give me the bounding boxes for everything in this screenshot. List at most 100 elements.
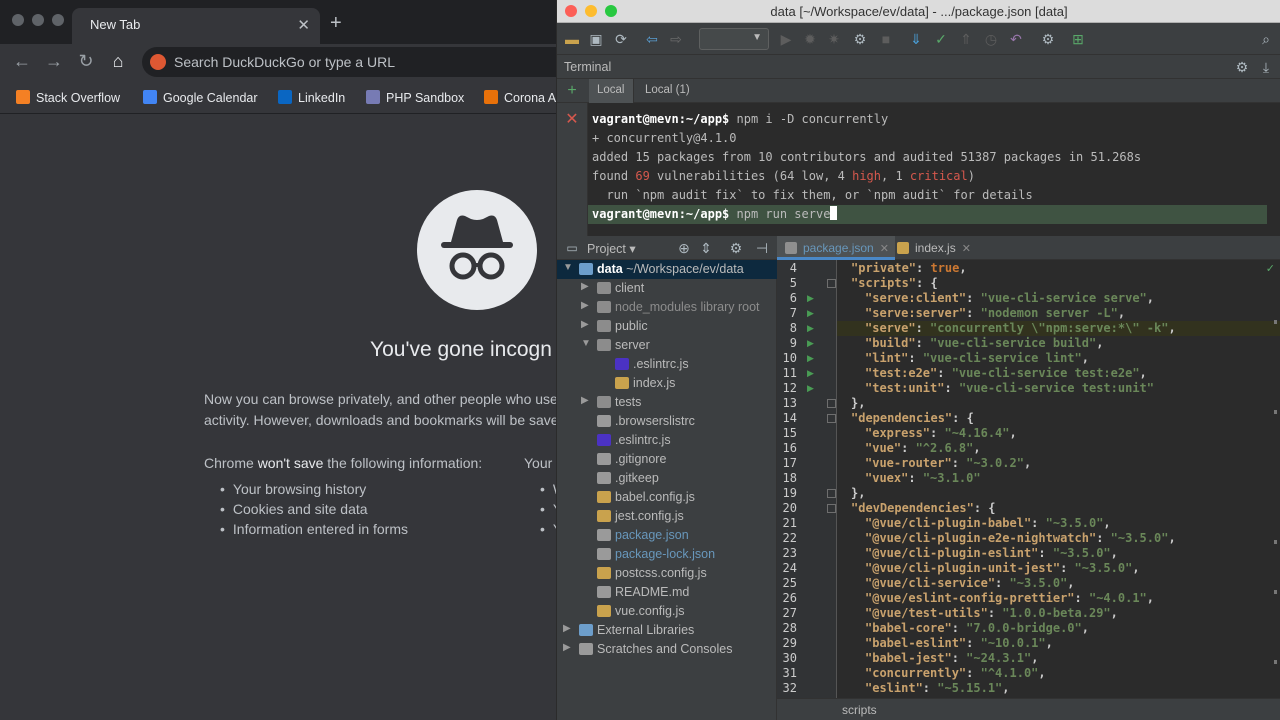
- save-icon[interactable]: ▣: [587, 30, 605, 48]
- project-label[interactable]: Project ▾: [587, 241, 636, 256]
- close-window-button[interactable]: [12, 14, 24, 26]
- tree-item[interactable]: babel.config.js: [557, 488, 777, 507]
- run-script-icon[interactable]: ▶: [807, 293, 814, 304]
- gear-icon[interactable]: ⚙: [727, 239, 745, 257]
- hide-panel-icon[interactable]: ⤓: [1257, 58, 1275, 76]
- tab-new-tab[interactable]: New Tab ✕: [72, 8, 320, 44]
- tree-item[interactable]: ▶ public: [557, 317, 777, 336]
- sync-icon[interactable]: ⟳: [612, 30, 630, 48]
- run-script-icon[interactable]: ▶: [807, 383, 814, 394]
- reload-icon[interactable]: ↻: [74, 51, 98, 72]
- tree-item[interactable]: .eslintrc.js: [557, 431, 777, 450]
- gear-icon[interactable]: ⚙: [1233, 58, 1251, 76]
- history-icon[interactable]: ◷: [982, 30, 1000, 48]
- tree-item[interactable]: ▶ Scratches and Consoles: [557, 640, 777, 659]
- search-icon[interactable]: ⌕: [1257, 30, 1275, 48]
- minimize-window-button[interactable]: [32, 14, 44, 26]
- run-script-icon[interactable]: ▶: [807, 308, 814, 319]
- tab-package-json[interactable]: package.json ✕: [777, 236, 895, 260]
- vcs-update-icon[interactable]: ⇓: [907, 30, 925, 48]
- run-script-icon[interactable]: ▶: [807, 323, 814, 334]
- tab-index-js[interactable]: index.js ✕: [889, 236, 977, 260]
- code-editor[interactable]: ✓ "private": true, "scripts": {"serve:cli…: [837, 260, 1280, 698]
- tree-item-label: .gitignore: [615, 452, 667, 466]
- fold-icon[interactable]: [827, 504, 836, 513]
- chevron-right-icon[interactable]: ▶: [581, 395, 589, 406]
- fold-icon[interactable]: [827, 489, 836, 498]
- tree-item[interactable]: ▼ data ~/Workspace/ev/data: [557, 260, 777, 279]
- vcs-commit-icon[interactable]: ✓: [932, 30, 950, 48]
- back-icon[interactable]: ⇦: [643, 30, 661, 48]
- bookmark-php-sandbox[interactable]: PHP Sandbox: [366, 90, 464, 105]
- close-icon[interactable]: ✕: [880, 243, 889, 255]
- fold-icon[interactable]: [827, 414, 836, 423]
- breadcrumb[interactable]: scripts: [842, 703, 877, 717]
- tree-item[interactable]: ▶ External Libraries: [557, 621, 777, 640]
- bookmark-google-calendar[interactable]: Google Calendar: [143, 90, 258, 105]
- hide-panel-icon[interactable]: ⊣: [753, 239, 771, 257]
- close-icon[interactable]: ✕: [297, 16, 310, 34]
- back-arrow-icon[interactable]: ←: [10, 51, 34, 72]
- new-tab-button[interactable]: +: [330, 13, 342, 33]
- line-number: 20: [782, 501, 797, 515]
- tree-item[interactable]: ▶ node_modules library root: [557, 298, 777, 317]
- tree-item[interactable]: package.json: [557, 526, 777, 545]
- omnibox[interactable]: Search DuckDuckGo or type a URL: [142, 47, 572, 77]
- forward-icon[interactable]: ⇨: [667, 30, 685, 48]
- tree-item-label: .gitkeep: [615, 471, 659, 485]
- run-script-icon[interactable]: ▶: [807, 338, 814, 349]
- coverage-icon[interactable]: ✷: [825, 30, 843, 48]
- tree-item[interactable]: postcss.config.js: [557, 564, 777, 583]
- run-config-select[interactable]: ▼: [699, 28, 769, 50]
- tree-item[interactable]: vue.config.js: [557, 602, 777, 621]
- zoom-window-button[interactable]: [52, 14, 64, 26]
- tree-item[interactable]: ▼ server: [557, 336, 777, 355]
- vcs-push-icon[interactable]: ⇑: [957, 30, 975, 48]
- tree-item[interactable]: README.md: [557, 583, 777, 602]
- locate-icon[interactable]: ⊕: [675, 239, 693, 257]
- bookmark-stack-overflow[interactable]: Stack Overflow: [16, 90, 120, 105]
- bookmark-linkedin[interactable]: LinkedIn: [278, 90, 345, 105]
- home-icon[interactable]: ⌂: [106, 51, 130, 72]
- tab-local[interactable]: Local: [589, 79, 634, 103]
- tree-item[interactable]: .gitignore: [557, 450, 777, 469]
- chevron-right-icon[interactable]: ▶: [563, 623, 571, 634]
- tree-item[interactable]: .gitkeep: [557, 469, 777, 488]
- tree-item[interactable]: ▶ tests: [557, 393, 777, 412]
- bookmark-corona[interactable]: Corona A: [484, 90, 556, 105]
- chevron-right-icon[interactable]: ▶: [581, 319, 589, 330]
- tree-item-label: client: [615, 281, 645, 295]
- run-script-icon[interactable]: ▶: [807, 353, 814, 364]
- structure-icon[interactable]: ⊞: [1069, 30, 1087, 48]
- incognito-page: You've gone incogn Now you can browse pr…: [0, 115, 560, 720]
- add-terminal-icon[interactable]: +: [563, 82, 581, 100]
- code-line: "scripts": {: [851, 276, 938, 290]
- tab-local-1[interactable]: Local (1): [637, 79, 698, 103]
- fold-icon[interactable]: [827, 399, 836, 408]
- collapse-icon[interactable]: ⇕: [697, 239, 715, 257]
- tree-item[interactable]: .browserslistrc: [557, 412, 777, 431]
- settings-icon[interactable]: ⚙: [1039, 30, 1057, 48]
- run-icon[interactable]: ▶: [777, 30, 795, 48]
- chevron-down-icon[interactable]: ▼: [563, 262, 573, 273]
- tree-item[interactable]: jest.config.js: [557, 507, 777, 526]
- tree-item[interactable]: index.js: [557, 374, 777, 393]
- chevron-right-icon[interactable]: ▶: [581, 281, 589, 292]
- terminal-output[interactable]: vagrant@mevn:~/app$ npm i -D concurrentl…: [588, 103, 1280, 236]
- tree-item[interactable]: ▶ client: [557, 279, 777, 298]
- open-folder-icon[interactable]: ▬: [563, 30, 581, 48]
- chevron-down-icon[interactable]: ▼: [581, 338, 591, 349]
- revert-icon[interactable]: ↶: [1007, 30, 1025, 48]
- chevron-right-icon[interactable]: ▶: [563, 642, 571, 653]
- close-icon[interactable]: ✕: [962, 243, 971, 255]
- forward-arrow-icon[interactable]: →: [42, 51, 66, 72]
- close-terminal-icon[interactable]: ✕: [563, 111, 581, 129]
- fold-icon[interactable]: [827, 279, 836, 288]
- debug-icon[interactable]: ✹: [801, 30, 819, 48]
- tree-item[interactable]: package-lock.json: [557, 545, 777, 564]
- run-script-icon[interactable]: ▶: [807, 368, 814, 379]
- profile-icon[interactable]: ⚙: [851, 30, 869, 48]
- tree-item[interactable]: .eslintrc.js: [557, 355, 777, 374]
- stop-icon[interactable]: ■: [877, 30, 895, 48]
- chevron-right-icon[interactable]: ▶: [581, 300, 589, 311]
